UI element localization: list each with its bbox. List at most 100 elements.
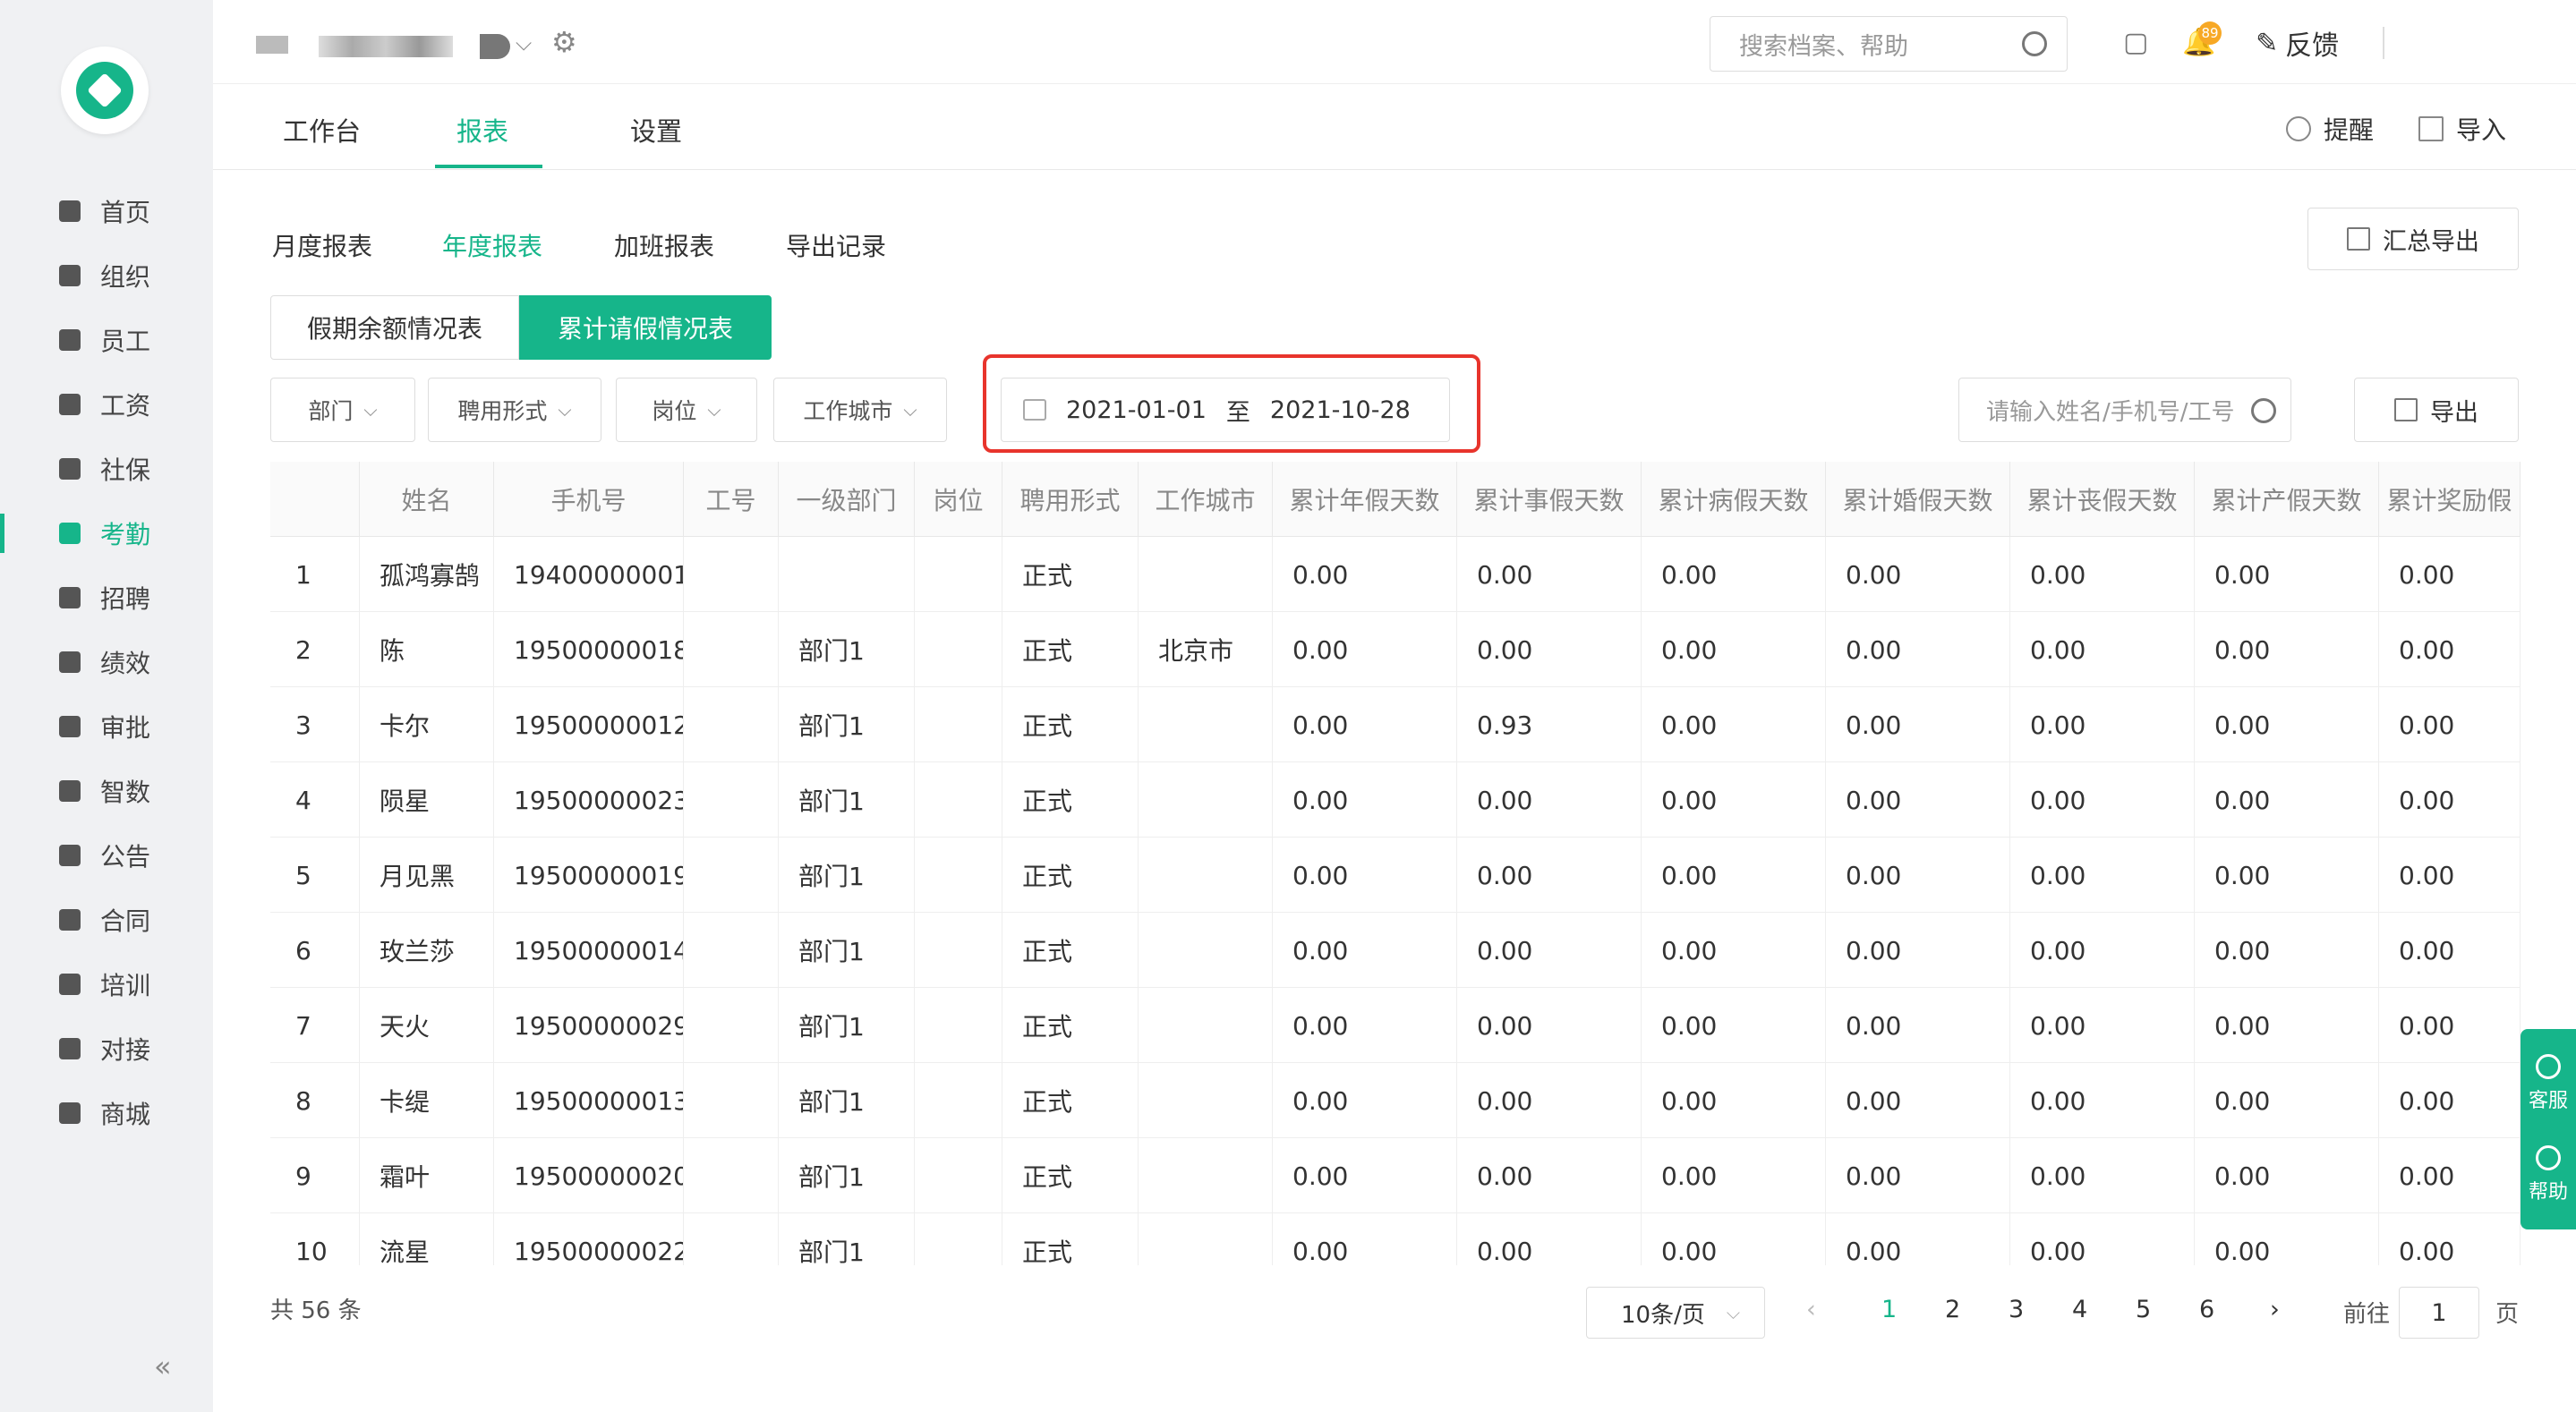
sidebar-item-10[interactable]: 公告 [0,823,213,888]
app-logo[interactable] [61,47,149,134]
date-end[interactable]: 2021-10-28 [1270,396,1411,424]
table-cell [684,1138,779,1213]
tab-overtime-report[interactable]: 加班报表 [614,227,714,263]
sidebar-item-label: 公告 [100,842,151,872]
sidebar-item-5[interactable]: 考勤 [0,501,213,566]
gear-icon[interactable]: ⚙ [551,25,577,59]
page-number-3[interactable]: 3 [2009,1296,2024,1323]
shopping-bag-icon[interactable]: ▢ [2123,27,2148,58]
table-cell: 0.00 [1273,988,1457,1063]
tab-annual-report[interactable]: 年度报表 [442,227,542,263]
sidebar-item-13[interactable]: 对接 [0,1016,213,1081]
page-number-5[interactable]: 5 [2136,1296,2151,1323]
table-row[interactable]: 8 卡缇 19500000013 部门1 正式 0.00 0.00 0.00 0.00 0.00 0… [270,1063,2521,1138]
import-button[interactable]: 导入 [2418,111,2506,147]
table-row[interactable]: 5 月见黑 19500000019 部门1 正式 0.00 0.00 0.00 0.00 0.00… [270,838,2521,913]
sidebar-item-6[interactable]: 招聘 [0,566,213,630]
sidebar-item-label: 考勤 [100,520,151,549]
table-cell: 0.00 [1642,838,1826,913]
sidebar-item-4[interactable]: 社保 [0,437,213,501]
tab-export-records[interactable]: 导出记录 [786,227,886,263]
customer-service-button[interactable]: 客服 [2529,1054,2568,1113]
table-row[interactable]: 9 霜叶 19500000020 部门1 正式 0.00 0.00 0.00 0.00 0.00 0… [270,1138,2521,1213]
table-cell: 0.00 [1273,1138,1457,1213]
collapse-sidebar-icon[interactable]: « [154,1349,172,1383]
table-cell: 部门1 [779,913,915,988]
table-row[interactable]: 3 卡尔 19500000012 部门1 正式 0.00 0.93 0.00 0.00 0.00 0… [270,687,2521,762]
column-header: 工号 [684,462,779,537]
page-number-4[interactable]: 4 [2072,1296,2087,1323]
table-cell: 0.00 [1273,838,1457,913]
tab-settings[interactable]: 设置 [630,111,682,149]
global-search-input[interactable]: 搜索档案、帮助 [1710,16,2068,72]
goto-page-input[interactable]: 1 [2399,1287,2479,1339]
segment-cumulative-leave[interactable]: 累计请假情况表 [519,295,772,360]
table-row[interactable]: 6 玫兰莎 19500000014 部门1 正式 0.00 0.00 0.00 0.00 0.00… [270,913,2521,988]
headset-icon [2535,1054,2561,1079]
help-button[interactable]: 帮助 [2529,1145,2568,1204]
table-cell: 0.00 [1457,1138,1642,1213]
table-cell [684,537,779,612]
table-row[interactable]: 2 陈 19500000018 部门1 正式 北京市 0.00 0.00 0.00 0.00 0.0… [270,612,2521,687]
department-filter[interactable]: 部门 ⌵ [270,378,415,442]
table-cell: 0.00 [1457,762,1642,838]
tab-reports[interactable]: 报表 [456,111,508,149]
table-cell: 陈 [360,612,494,687]
employee-search-input[interactable]: 请输入姓名/手机号/工号 [1958,378,2291,442]
chevron-down-icon: ⌵ [558,399,572,421]
redacted-company-mark [256,36,288,54]
date-range-picker[interactable]: 2021-01-01 至 2021-10-28 [1001,378,1450,442]
page-number-6[interactable]: 6 [2199,1296,2214,1323]
table-row[interactable]: 7 天火 19500000029 部门1 正式 0.00 0.00 0.00 0.00 0.00 0… [270,988,2521,1063]
employment-type-filter[interactable]: 聘用形式 ⌵ [428,378,601,442]
table-cell: 0.00 [1826,1213,2010,1265]
date-start[interactable]: 2021-01-01 [1066,396,1207,424]
feedback-button[interactable]: ✎ 反馈 [2256,23,2339,63]
table-row[interactable]: 4 陨星 19500000023 部门1 正式 0.00 0.00 0.00 0.00 0.00 0… [270,762,2521,838]
sidebar-item-12[interactable]: 培训 [0,952,213,1016]
employment-type-filter-label: 聘用形式 [457,398,548,424]
table-cell: 0.00 [2379,762,2521,838]
table-cell: 0.00 [1642,1063,1826,1138]
export-summary-button[interactable]: 汇总导出 [2307,208,2519,270]
remind-button[interactable]: 提醒 [2286,111,2374,147]
sidebar-item-3[interactable]: 工资 [0,372,213,437]
search-icon[interactable] [2022,31,2047,56]
sidebar-item-11[interactable]: 合同 [0,888,213,952]
tab-workbench[interactable]: 工作台 [283,111,361,149]
table-row[interactable]: 10 流星 19500000022 部门1 正式 0.00 0.00 0.00 0.00 0.00… [270,1213,2521,1265]
tab-monthly-report[interactable]: 月度报表 [272,227,372,263]
sidebar-item-1[interactable]: 组织 [0,243,213,308]
sidebar-item-8[interactable]: 审批 [0,694,213,759]
page-number-1[interactable]: 1 [1881,1296,1897,1323]
sidebar-item-14[interactable]: 商城 [0,1081,213,1145]
table-cell [915,838,1002,913]
next-page-button[interactable]: › [2270,1296,2280,1323]
sidebar-item-2[interactable]: 员工 [0,308,213,372]
position-filter[interactable]: 岗位 ⌵ [616,378,757,442]
column-header: 一级部门 [779,462,915,537]
sidebar-item-label: 商城 [100,1100,151,1129]
work-city-filter[interactable]: 工作城市 ⌵ [773,378,947,442]
table-cell: 部门1 [779,612,915,687]
company-switch-chevron-icon[interactable]: ⌵ [516,30,532,55]
chevron-down-icon: ⌵ [1726,1302,1741,1323]
column-header: 累计奖励假 [2379,462,2521,537]
table-cell: 0.00 [1273,1063,1457,1138]
table-cell: 0.00 [1273,762,1457,838]
page-size-select[interactable]: 10条/页 ⌵ [1586,1287,1765,1339]
search-icon[interactable] [2251,398,2276,423]
prev-page-button[interactable]: ‹ [1806,1296,1816,1323]
sidebar-item-0[interactable]: 首页 [0,179,213,243]
table-cell: 19500000012 [494,687,684,762]
page-number-2[interactable]: 2 [1945,1296,1960,1323]
sidebar-item-9[interactable]: 智数 [0,759,213,823]
table-row[interactable]: 1 孤鸿寡鹄 19400000001 正式 0.00 0.00 0.00 0.00 0.00 0.… [270,537,2521,612]
table-cell: 0.00 [1642,687,1826,762]
segment-leave-balance[interactable]: 假期余额情况表 [270,295,519,360]
export-button[interactable]: 导出 [2354,378,2519,442]
sidebar-item-label: 智数 [100,778,151,807]
chevron-down-icon: ⌵ [707,399,721,421]
link-icon [59,1038,81,1059]
sidebar-item-7[interactable]: 绩效 [0,630,213,694]
